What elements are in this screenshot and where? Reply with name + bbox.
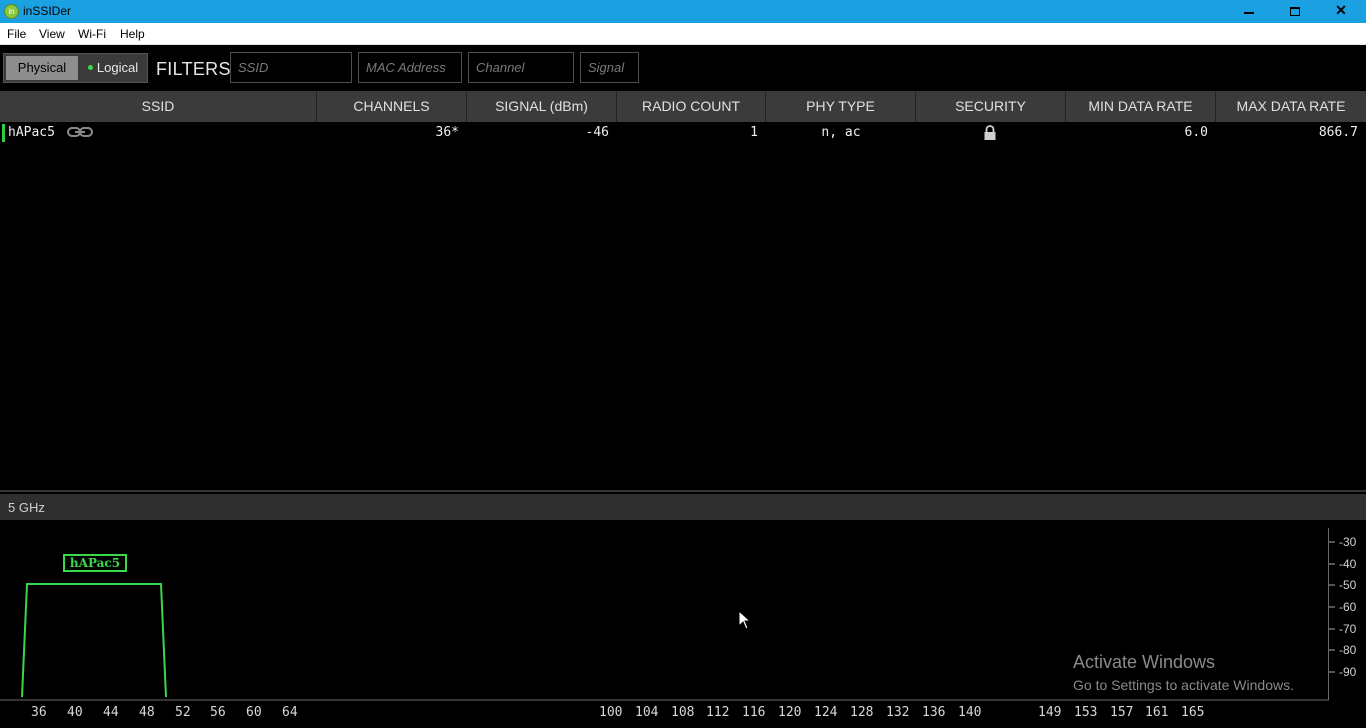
y-axis-label: -90 [1339,665,1357,679]
band-label: 5 GHz [8,500,45,515]
cell-max-rate: 866.7 [1318,125,1358,140]
x-tick-label: 136 [922,705,946,720]
network-table: hAPac5 36* -46 1 n, ac 6.0 866.7 [0,122,1366,490]
column-header-radio-count[interactable]: RADIO COUNT [617,91,766,122]
band-header: 5 GHz [0,494,1366,520]
close-button[interactable]: ✕ [1318,0,1364,22]
network-trace-label[interactable]: hAPac5 [63,554,127,572]
x-tick-label: 165 [1181,705,1205,720]
x-tick-label: 60 [246,705,262,720]
y-axis-ticks [1329,541,1335,673]
x-tick-label: 161 [1145,705,1169,720]
menu-view[interactable]: View [39,27,65,41]
table-row[interactable]: hAPac5 36* -46 1 n, ac 6.0 866.7 [0,122,1366,142]
x-tick-label: 64 [282,705,298,720]
minimize-icon [1244,12,1254,15]
y-axis-label: -40 [1339,557,1357,571]
menu-bar: File View Wi-Fi Help [0,23,1366,45]
title-bar: in inSSIDer ✕ [0,0,1366,23]
channel-graph: hAPac5 -30 -40 -50 -60 -70 -80 -90 36 40… [0,520,1366,728]
cell-channels: 36* [435,125,459,140]
close-icon: ✕ [1335,2,1347,18]
link-icon [67,127,93,137]
mac-filter-input[interactable]: MAC Address [358,52,462,83]
x-tick-label: 40 [67,705,83,720]
x-tick-label: 157 [1110,705,1134,720]
y-axis-label: -30 [1339,535,1357,549]
x-tick-label: 48 [139,705,155,720]
restore-button[interactable] [1272,0,1318,22]
channel-filter-input[interactable]: Channel [468,52,574,83]
y-axis-label: -80 [1339,643,1357,657]
logical-view-label: Logical [96,60,139,75]
menu-file[interactable]: File [7,27,26,41]
x-tick-label: 36 [31,705,47,720]
x-tick-label: 104 [635,705,659,720]
physical-view-button[interactable]: Physical [6,56,78,80]
x-tick-label: 108 [671,705,695,720]
x-tick-label: 140 [958,705,982,720]
logical-view-button[interactable]: Logical [80,56,146,80]
menu-wifi[interactable]: Wi-Fi [78,27,106,41]
panel-splitter[interactable] [0,490,1366,492]
column-header-min-rate[interactable]: MIN DATA RATE [1066,91,1216,122]
status-color-bar [2,124,5,142]
channel-graph-canvas [0,528,1335,701]
minimize-button[interactable] [1226,0,1272,22]
x-tick-label: 149 [1038,705,1062,720]
cell-radio-count: 1 [750,125,758,140]
y-axis-label: -50 [1339,578,1357,592]
x-tick-label: 132 [886,705,910,720]
cell-phy-type: n, ac [821,125,861,140]
inssider-app-icon: in [4,4,19,19]
status-dot-icon [87,65,93,71]
column-header-security[interactable]: SECURITY [916,91,1066,122]
x-tick-label: 52 [175,705,191,720]
activation-watermark-subtitle: Go to Settings to activate Windows. [1073,677,1294,693]
x-tick-label: 100 [599,705,623,720]
cell-ssid: hAPac5 [8,125,55,140]
restore-icon [1290,6,1300,16]
x-tick-label: 124 [814,705,838,720]
y-axis-label: -60 [1339,600,1357,614]
filters-label: FILTERS: [156,59,237,79]
lock-icon [984,125,996,140]
menu-help[interactable]: Help [120,27,145,41]
x-tick-label: 128 [850,705,874,720]
cell-signal: -46 [585,125,609,140]
mouse-cursor-icon [738,610,752,630]
cell-min-rate: 6.0 [1184,125,1208,140]
network-trace-hapac5 [21,583,167,698]
column-header-phy-type[interactable]: PHY TYPE [766,91,916,122]
network-table-header: SSID CHANNELS SIGNAL (dBm) RADIO COUNT P… [0,91,1366,122]
signal-filter-input[interactable]: Signal [580,52,639,83]
window-title: inSSIDer [23,4,72,18]
ssid-filter-input[interactable]: SSID [230,52,352,83]
column-header-ssid[interactable]: SSID [0,91,317,122]
y-axis-label: -70 [1339,622,1357,636]
x-tick-label: 153 [1074,705,1098,720]
column-header-signal[interactable]: SIGNAL (dBm) [467,91,617,122]
column-header-channels[interactable]: CHANNELS [317,91,467,122]
toolbar: Physical Logical FILTERS: SSID MAC Addre… [0,45,1366,91]
x-tick-label: 56 [210,705,226,720]
activation-watermark-title: Activate Windows [1073,652,1216,672]
view-toggle: Physical Logical [3,53,148,83]
x-tick-label: 120 [778,705,802,720]
x-tick-label: 116 [742,705,766,720]
x-tick-label: 112 [706,705,730,720]
x-tick-label: 44 [103,705,119,720]
column-header-max-rate[interactable]: MAX DATA RATE [1216,91,1366,122]
